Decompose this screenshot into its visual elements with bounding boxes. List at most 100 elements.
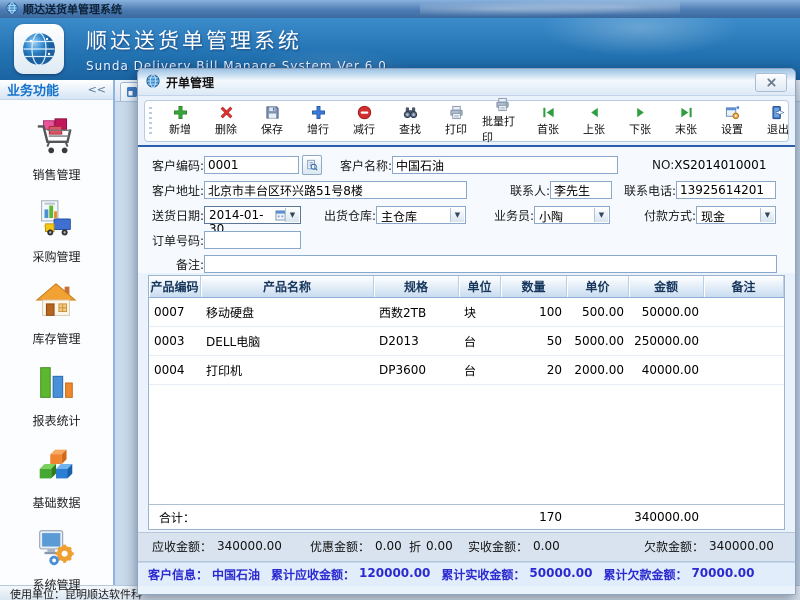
customer-code-input[interactable] [204,156,299,174]
delivery-date-picker[interactable]: 2014-01-30 ▼ [204,206,301,224]
toolbar-button-label: 设置 [721,121,743,137]
table-cell: 100 [501,298,567,326]
exit-icon [771,105,786,120]
bill-no-label: NO: [652,158,674,172]
sidebar-item-sales[interactable]: 销售管理 [32,114,80,183]
table-cell: 西数2TB [374,298,459,326]
salesman-select[interactable]: 小陶 ▼ [534,206,610,224]
table-row[interactable]: 0003DELL电脑D2013台505000.00250000.00 [149,327,784,356]
first-icon [541,105,556,120]
table-cell: 0003 [149,327,201,355]
contact-input[interactable] [550,181,612,199]
os-window-title: 顺达送货单管理系统 [23,1,122,17]
customer-lookup-button[interactable] [302,155,322,175]
purchase-icon [33,196,79,246]
toolbar-button-label: 查找 [399,121,421,137]
toolbar-button-save[interactable]: 保存 [249,105,295,137]
toolbar-button-find[interactable]: 查找 [387,105,433,137]
column-header[interactable]: 单位 [459,276,501,297]
app-logo-icon [14,24,64,74]
total-arrears-label: 累计欠款金额： [603,566,687,583]
customer-name-input[interactable] [392,156,618,174]
total-cell [704,505,784,529]
toolbar-button-prev[interactable]: 上张 [571,105,617,137]
table-cell [704,298,784,326]
toolbar-button-label: 保存 [261,121,283,137]
toolbar-button-next[interactable]: 下张 [617,105,663,137]
toolbar-button-print[interactable]: 打印 [433,105,479,137]
add-row-icon [311,105,326,120]
close-button[interactable] [755,73,787,92]
arrears-label: 欠款金额： [644,538,704,555]
toolbar-button-label: 删除 [215,121,237,137]
table-cell: 0007 [149,298,201,326]
toolbar-button-add-row[interactable]: 增行 [295,105,341,137]
customer-name-label: 客户名称: [332,157,392,174]
phone-label: 联系电话: [616,182,676,199]
salesman-value: 小陶 [539,210,563,224]
app-globe-icon [6,2,18,17]
sidebar-collapse-button[interactable]: << [88,83,106,96]
toolbar-button-last[interactable]: 末张 [663,105,709,137]
column-header[interactable]: 备注 [704,276,784,297]
sidebar-item-reports[interactable]: 报表统计 [32,360,80,429]
sidebar-item-purchase[interactable]: 采购管理 [32,196,80,265]
remark-input[interactable] [204,255,777,273]
grid-total-row: 合计：170340000.00 [149,504,784,529]
sidebar-item-inventory[interactable]: 库存管理 [32,278,80,347]
fold-value: 0.00 [426,539,453,553]
sidebar-item-label: 库存管理 [32,330,80,347]
toolbar-button-batch-print[interactable]: 批量打印 [479,97,525,145]
sidebar-item-base-data[interactable]: 基础数据 [32,442,80,511]
total-arrears-value: 70000.00 [691,566,754,583]
sidebar-item-system[interactable]: 系统管理 [32,524,80,593]
payment-select[interactable]: 现金 ▼ [696,206,776,224]
column-header[interactable]: 产品名称 [201,276,374,297]
toolbar-button-label: 增行 [307,121,329,137]
find-icon [403,105,418,120]
receivable-label: 应收金额： [152,538,212,555]
toolbar-button-remove-row[interactable]: 减行 [341,105,387,137]
window-footer [138,586,795,594]
table-row[interactable]: 0004打印机DP3600台202000.0040000.00 [149,356,784,385]
customer-info-value: 中国石油 [212,566,260,583]
toolbar-button-new[interactable]: 新增 [157,105,203,137]
toolbar-button-delete[interactable]: 删除 [203,105,249,137]
chevron-down-icon: ▼ [450,208,464,222]
toolbar-button-label: 上张 [583,121,605,137]
sidebar-header: 业务功能 << [0,80,113,100]
last-icon [679,105,694,120]
remove-row-icon [357,105,372,120]
chevron-down-icon: ▼ [760,208,774,222]
table-cell: DP3600 [374,356,459,384]
order-no-input[interactable] [204,231,301,249]
table-cell: 50000.00 [629,298,704,326]
column-header[interactable]: 单价 [567,276,629,297]
column-header[interactable]: 产品编码 [149,276,201,297]
table-row[interactable]: 0007移动硬盘西数2TB块100500.0050000.00 [149,298,784,327]
toolbar-button-first[interactable]: 首张 [525,105,571,137]
address-input[interactable] [204,181,467,199]
column-header[interactable]: 规格 [374,276,459,297]
column-header[interactable]: 数量 [501,276,567,297]
table-cell: 250000.00 [629,327,704,355]
total-label: 合计： [149,505,201,529]
bill-no-value: XS2014010001 [674,158,766,172]
payment-label: 付款方式: [636,207,696,224]
sidebar-title: 业务功能 [7,80,59,99]
table-cell: 0004 [149,356,201,384]
screen: 顺达送货单管理系统 顺达送货单管理系统 Sunda Delivery Bill … [0,0,800,600]
table-cell: 2000.00 [567,356,629,384]
billing-window: 开单管理 新增删除保存增行减行查找打印批量打印首张上张下张末张设置退出 客户编码… [137,68,796,595]
toolbar-button-exit[interactable]: 退出 [755,105,800,137]
phone-input[interactable] [676,181,776,199]
summary-bar: 应收金额： 340000.00 优惠金额： 0.00 折 0.00 实收金额： … [138,532,795,562]
column-header[interactable]: 金额 [629,276,704,297]
toolbar-button-label: 减行 [353,121,375,137]
warehouse-select[interactable]: 主仓库 ▼ [376,206,466,224]
discount-value: 0.00 [375,539,402,553]
table-cell: 20 [501,356,567,384]
contact-label: 联系人: [504,182,550,199]
toolbar-button-settings[interactable]: 设置 [709,105,755,137]
toolbar-button-label: 打印 [445,121,467,137]
